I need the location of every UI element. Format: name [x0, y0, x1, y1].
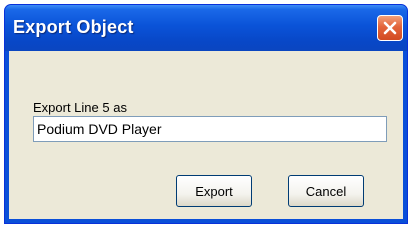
export-name-label: Export Line 5 as: [33, 100, 127, 115]
cancel-button[interactable]: Cancel: [288, 175, 364, 207]
export-object-dialog: Export Object Export Line 5 as Export Ca…: [4, 4, 408, 224]
export-name-input[interactable]: [33, 116, 387, 142]
export-button[interactable]: Export: [176, 175, 252, 207]
close-button[interactable]: [377, 15, 403, 41]
dialog-title: Export Object: [13, 17, 134, 37]
title-bar[interactable]: Export Object: [5, 5, 407, 51]
close-icon: [383, 21, 397, 35]
dialog-body: Export Line 5 as Export Cancel: [9, 51, 403, 219]
